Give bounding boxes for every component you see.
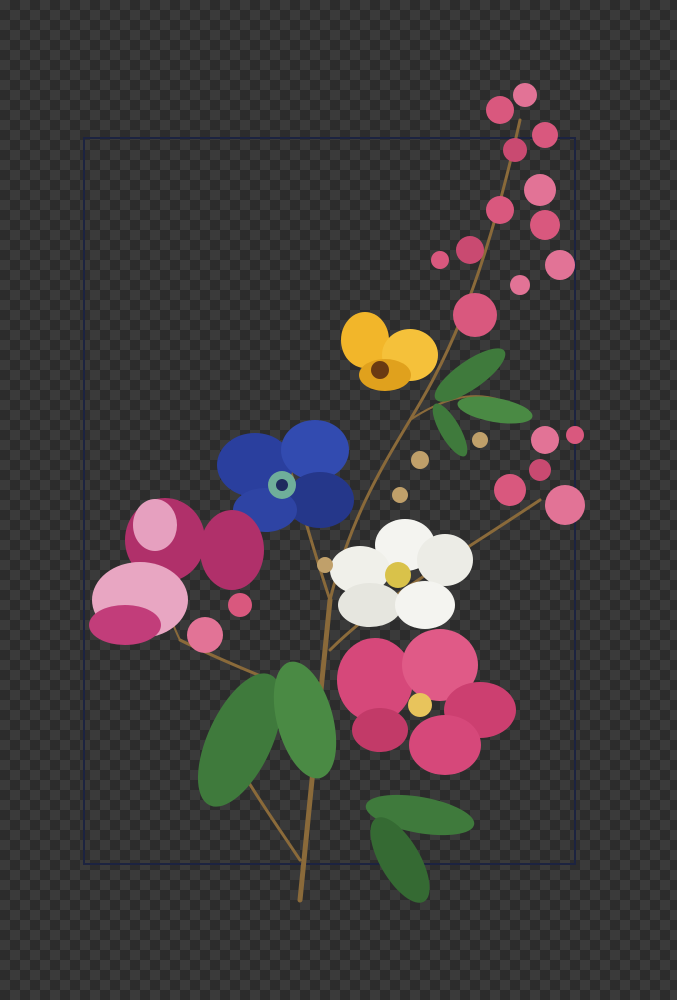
magnolia-flowers — [89, 498, 264, 645]
yellow-flower — [341, 312, 438, 391]
transparency-checkerboard — [0, 0, 677, 1000]
flower-bouquet-illustration — [89, 83, 585, 903]
magenta-lily — [337, 629, 516, 775]
